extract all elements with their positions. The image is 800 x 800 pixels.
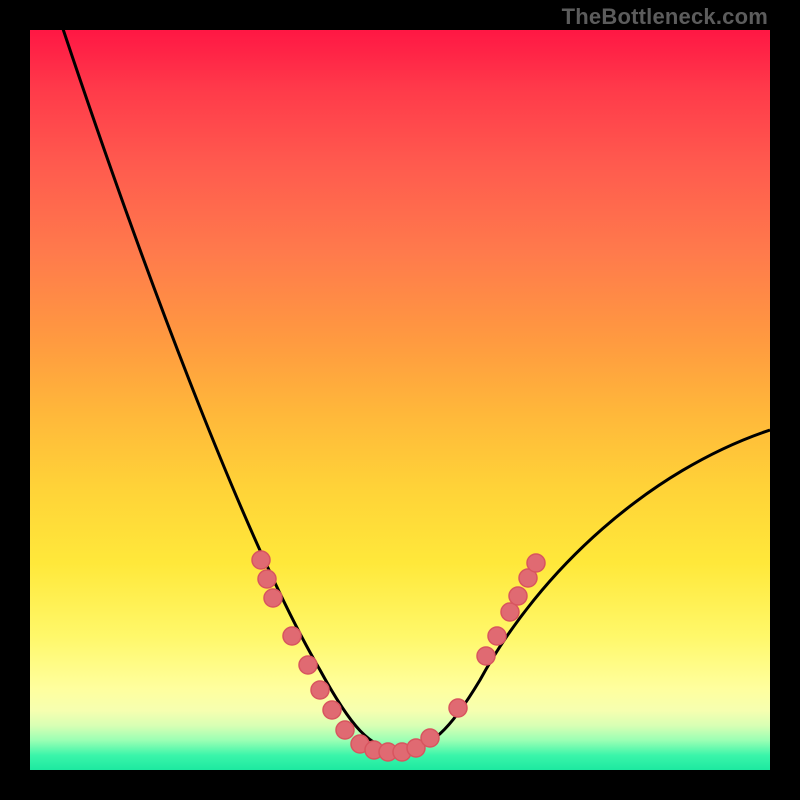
data-marker [509, 587, 527, 605]
data-marker [488, 627, 506, 645]
data-marker [264, 589, 282, 607]
data-marker [336, 721, 354, 739]
data-marker [477, 647, 495, 665]
plot-area [30, 30, 770, 770]
chart-svg [30, 30, 770, 770]
marker-group [252, 551, 545, 761]
bottleneck-curve [60, 30, 770, 750]
data-marker [299, 656, 317, 674]
data-marker [501, 603, 519, 621]
data-marker [258, 570, 276, 588]
data-marker [527, 554, 545, 572]
data-marker [323, 701, 341, 719]
data-marker [421, 729, 439, 747]
chart-frame: TheBottleneck.com [0, 0, 800, 800]
watermark-text: TheBottleneck.com [562, 4, 768, 30]
data-marker [283, 627, 301, 645]
data-marker [252, 551, 270, 569]
data-marker [311, 681, 329, 699]
data-marker [449, 699, 467, 717]
